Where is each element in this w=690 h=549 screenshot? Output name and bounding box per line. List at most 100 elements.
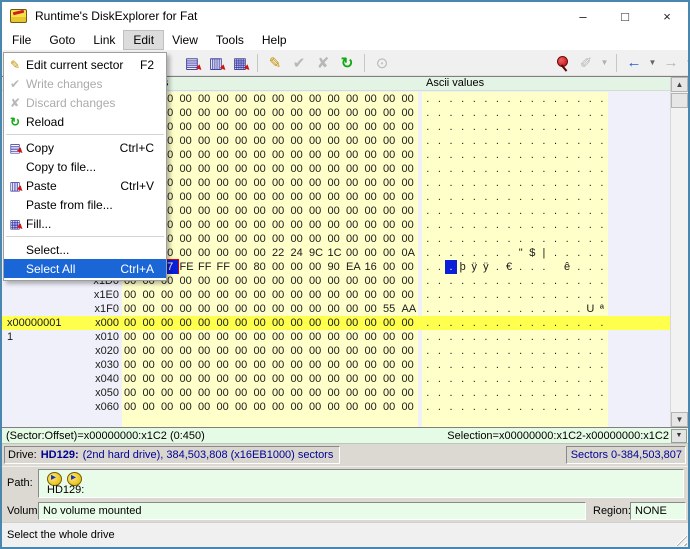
ascii-cell[interactable]: . bbox=[585, 218, 597, 232]
ascii-cell[interactable]: . bbox=[492, 120, 504, 134]
hex-byte-cell[interactable]: 00 bbox=[289, 148, 308, 162]
ascii-cell[interactable]: . bbox=[457, 400, 469, 414]
hex-byte-cell[interactable]: 00 bbox=[215, 232, 234, 246]
hex-byte-cell[interactable]: 00 bbox=[178, 190, 197, 204]
ascii-cell[interactable]: . bbox=[468, 316, 480, 330]
hex-byte-cell[interactable]: 00 bbox=[363, 400, 382, 414]
ascii-cell[interactable]: . bbox=[526, 260, 538, 274]
hex-byte-cell[interactable]: 00 bbox=[252, 386, 271, 400]
hex-byte-cell[interactable]: 00 bbox=[270, 344, 289, 358]
ascii-cell[interactable]: . bbox=[573, 274, 585, 288]
ascii-cell[interactable]: . bbox=[585, 274, 597, 288]
hex-byte-cell[interactable]: 00 bbox=[344, 176, 363, 190]
ascii-cell[interactable]: . bbox=[550, 274, 562, 288]
hex-byte-cell[interactable]: 00 bbox=[233, 176, 252, 190]
ascii-cell[interactable]: . bbox=[596, 260, 608, 274]
hex-byte-cell[interactable] bbox=[215, 414, 234, 428]
hex-byte-cell[interactable]: 00 bbox=[363, 246, 382, 260]
ascii-cell[interactable] bbox=[434, 414, 446, 428]
ascii-cell[interactable]: . bbox=[445, 400, 457, 414]
ascii-cell[interactable]: . bbox=[538, 316, 550, 330]
ascii-cell[interactable]: . bbox=[492, 316, 504, 330]
ascii-cell[interactable]: . bbox=[434, 148, 446, 162]
ascii-cell[interactable]: . bbox=[480, 372, 492, 386]
hex-byte-cell[interactable]: 00 bbox=[178, 344, 197, 358]
hex-byte-cell[interactable]: 00 bbox=[233, 302, 252, 316]
ascii-cell[interactable]: . bbox=[585, 260, 597, 274]
hex-byte-cell[interactable]: 00 bbox=[233, 218, 252, 232]
ascii-cell[interactable] bbox=[468, 414, 480, 428]
ascii-cell[interactable]: . bbox=[515, 148, 527, 162]
hex-byte-cell[interactable]: AA bbox=[400, 302, 419, 316]
ascii-cell[interactable]: . bbox=[538, 274, 550, 288]
ascii-cell[interactable]: . bbox=[468, 120, 480, 134]
hex-byte-cell[interactable]: 00 bbox=[215, 92, 234, 106]
hex-byte-cell[interactable]: 00 bbox=[326, 386, 345, 400]
hex-byte-cell[interactable]: 00 bbox=[289, 400, 308, 414]
ascii-cell[interactable]: . bbox=[480, 190, 492, 204]
ascii-cell[interactable]: . bbox=[515, 218, 527, 232]
ascii-cell[interactable]: . bbox=[434, 274, 446, 288]
hex-byte-cell[interactable]: 00 bbox=[141, 302, 160, 316]
vertical-scrollbar[interactable]: ▲ ▼ bbox=[670, 77, 688, 427]
ascii-cell[interactable]: . bbox=[526, 176, 538, 190]
ascii-cell[interactable]: þ bbox=[457, 260, 469, 274]
ascii-cell[interactable]: . bbox=[422, 274, 434, 288]
hex-byte-cell[interactable]: 00 bbox=[289, 372, 308, 386]
hex-byte-cell[interactable]: 00 bbox=[344, 386, 363, 400]
ascii-cell[interactable]: . bbox=[573, 92, 585, 106]
ascii-cell[interactable] bbox=[422, 414, 434, 428]
ascii-cell[interactable]: ÿ bbox=[468, 260, 480, 274]
hex-byte-cell[interactable]: 00 bbox=[196, 358, 215, 372]
ascii-cell[interactable]: . bbox=[596, 92, 608, 106]
ascii-cell[interactable]: . bbox=[585, 246, 597, 260]
hex-byte-cell[interactable]: 00 bbox=[178, 330, 197, 344]
hex-byte-cell[interactable]: 00 bbox=[178, 372, 197, 386]
menu-item-paste[interactable]: ▥▶PasteCtrl+V bbox=[4, 176, 166, 195]
ascii-cell[interactable]: . bbox=[457, 232, 469, 246]
ascii-cell[interactable]: . bbox=[503, 302, 515, 316]
ascii-cell[interactable]: . bbox=[445, 148, 457, 162]
ascii-cell[interactable]: . bbox=[538, 162, 550, 176]
hex-byte-cell[interactable]: 00 bbox=[270, 120, 289, 134]
scrollbar-thumb[interactable] bbox=[671, 93, 688, 108]
menu-view[interactable]: View bbox=[163, 31, 207, 49]
ascii-cell[interactable]: . bbox=[561, 232, 573, 246]
hex-byte-cell[interactable]: 00 bbox=[307, 386, 326, 400]
hex-byte-cell[interactable]: 00 bbox=[289, 232, 308, 246]
ascii-cell[interactable]: . bbox=[480, 204, 492, 218]
ascii-cell[interactable]: . bbox=[503, 386, 515, 400]
ascii-cell[interactable]: . bbox=[561, 330, 573, 344]
hex-byte-cell[interactable]: 00 bbox=[252, 330, 271, 344]
ascii-cell[interactable]: . bbox=[422, 302, 434, 316]
ascii-cell[interactable] bbox=[526, 414, 538, 428]
hex-byte-cell[interactable]: 00 bbox=[400, 176, 419, 190]
ascii-cell[interactable]: . bbox=[538, 386, 550, 400]
hex-byte-cell[interactable]: 00 bbox=[252, 372, 271, 386]
ascii-cell[interactable] bbox=[550, 414, 562, 428]
menu-item-write-changes[interactable]: ✔Write changes bbox=[4, 74, 166, 93]
ascii-cell[interactable]: . bbox=[492, 260, 504, 274]
ascii-cell[interactable]: . bbox=[561, 288, 573, 302]
hex-byte-cell[interactable]: 00 bbox=[400, 358, 419, 372]
ascii-cell[interactable]: . bbox=[492, 274, 504, 288]
ascii-cell[interactable]: . bbox=[468, 344, 480, 358]
hex-byte-cell[interactable]: 00 bbox=[307, 190, 326, 204]
ascii-cell[interactable]: . bbox=[468, 288, 480, 302]
hex-byte-cell[interactable]: 00 bbox=[289, 106, 308, 120]
ascii-cell[interactable]: . bbox=[596, 288, 608, 302]
hex-byte-cell[interactable]: 00 bbox=[215, 176, 234, 190]
hex-byte-cell[interactable]: 00 bbox=[196, 316, 215, 330]
hex-byte-cell[interactable]: 00 bbox=[344, 372, 363, 386]
hex-byte-cell[interactable]: 24 bbox=[289, 246, 308, 260]
hex-byte-cell[interactable]: 1C bbox=[326, 246, 345, 260]
hex-byte-cell[interactable]: 00 bbox=[270, 400, 289, 414]
ascii-cell[interactable]: . bbox=[538, 120, 550, 134]
ascii-cell[interactable]: . bbox=[596, 316, 608, 330]
ascii-cell[interactable]: . bbox=[434, 92, 446, 106]
menu-item-edit-current-sector[interactable]: ✎Edit current sectorF2 bbox=[4, 55, 166, 74]
hex-byte-cell[interactable]: 00 bbox=[178, 120, 197, 134]
ascii-cell[interactable]: . bbox=[596, 372, 608, 386]
hex-byte-cell[interactable]: 00 bbox=[233, 162, 252, 176]
hex-byte-cell[interactable]: 00 bbox=[381, 274, 400, 288]
